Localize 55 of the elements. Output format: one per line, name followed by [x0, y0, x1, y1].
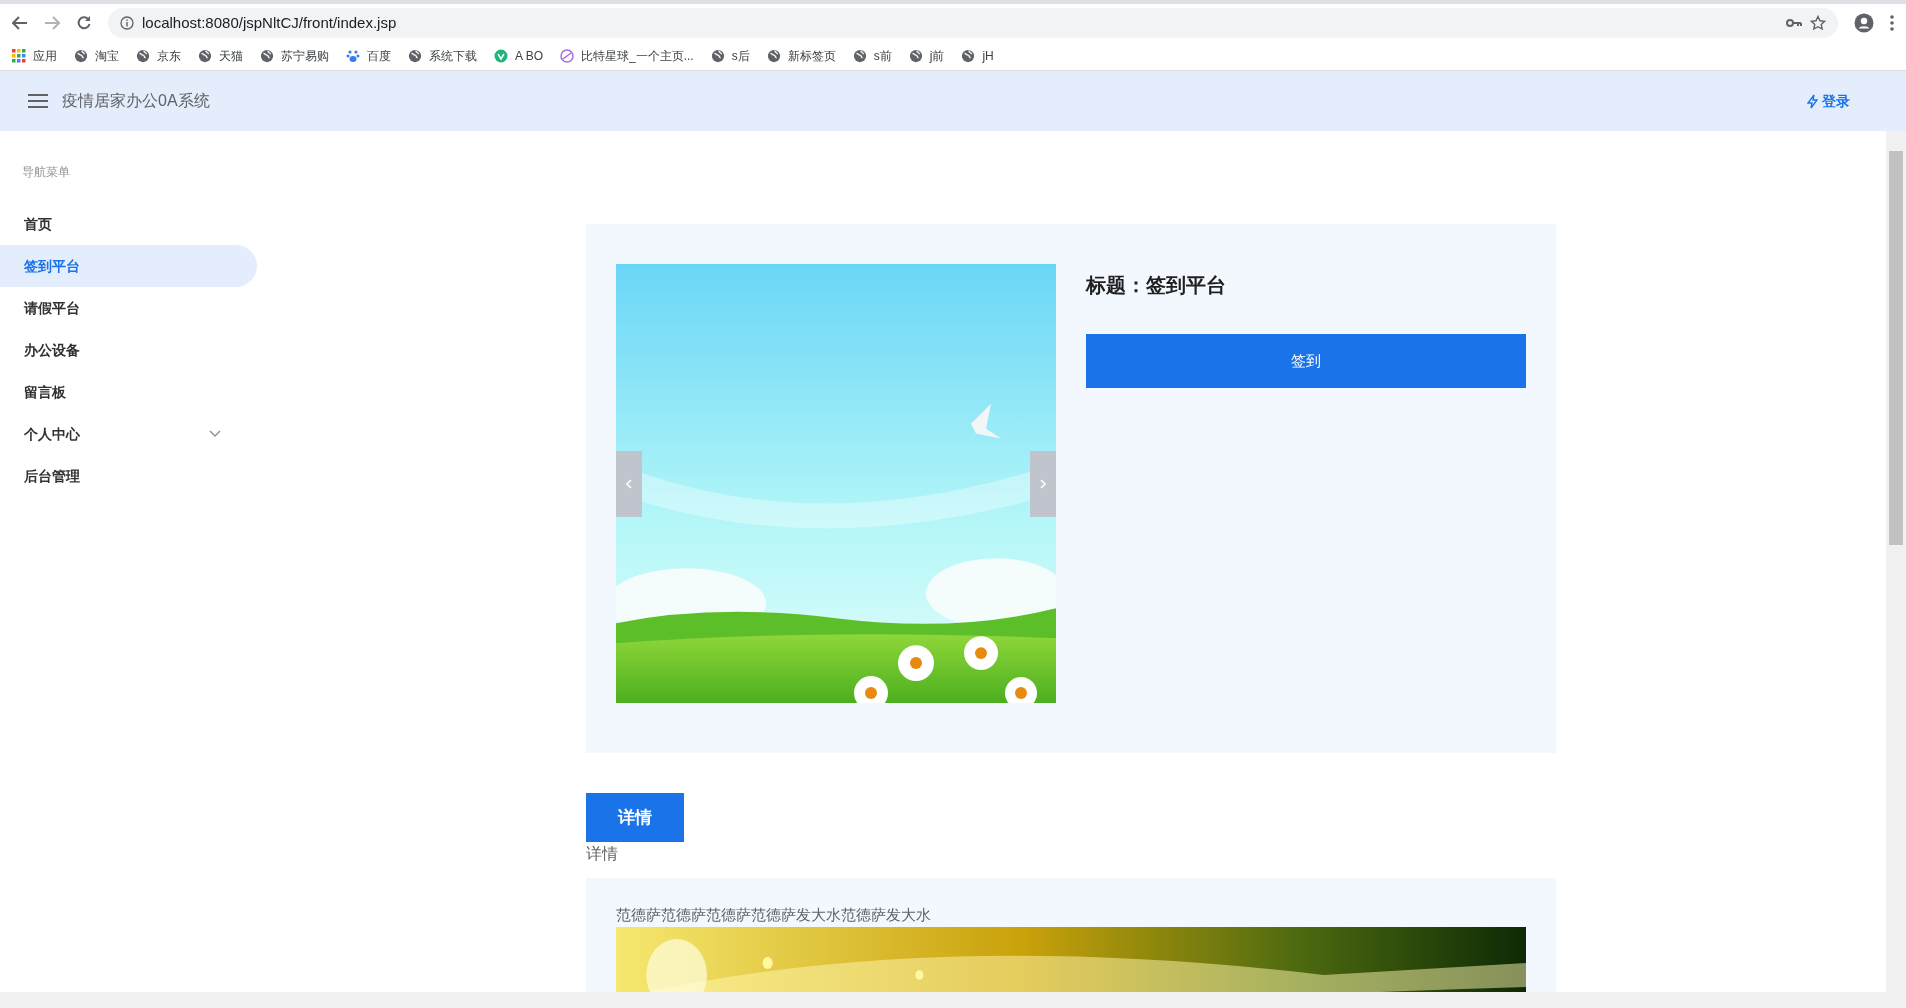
app-title: 疫情居家办公0A系统 [62, 91, 210, 111]
chevron-right-icon [1040, 479, 1046, 489]
url-text: localhost:8080/jspNltCJ/front/index.jsp [142, 12, 397, 33]
chevron-left-icon [626, 479, 632, 489]
bookmark[interactable]: 比特星球_一个主页... [560, 47, 694, 65]
nav-item[interactable]: 个人中心 [0, 413, 257, 455]
item-title: 标题：签到平台 [1086, 273, 1227, 298]
bookmark[interactable]: 应用 [12, 47, 57, 65]
nav-item[interactable]: 后台管理 [0, 455, 257, 497]
bookmark[interactable]: s后 [710, 47, 750, 65]
bookmark[interactable]: A BO [494, 47, 543, 65]
key-icon[interactable] [1786, 18, 1802, 28]
back-icon[interactable] [12, 16, 28, 30]
apps-grid-icon [12, 49, 26, 63]
bookmark[interactable]: 苏宁易购 [260, 47, 329, 65]
globe-icon [766, 49, 781, 63]
more-icon[interactable] [1890, 15, 1894, 31]
bookmark[interactable]: j前 [908, 47, 945, 65]
address-bar[interactable]: localhost:8080/jspNltCJ/front/index.jsp [108, 8, 1838, 38]
bookmark[interactable]: 淘宝 [74, 47, 119, 65]
check-in-button[interactable]: 签到 [1086, 334, 1526, 388]
nav-item[interactable]: 首页 [0, 203, 257, 245]
bookmark[interactable]: 天猫 [198, 47, 243, 65]
globe-icon [408, 49, 422, 63]
bookmark[interactable]: 百度 [346, 47, 391, 65]
bookmark[interactable]: 系统下载 [408, 47, 477, 65]
globe-icon [908, 49, 923, 63]
nav-item[interactable]: 签到平台 [0, 245, 257, 287]
globe-icon [852, 49, 867, 63]
globe-icon [710, 49, 725, 63]
nav-item[interactable]: 请假平台 [0, 287, 257, 329]
bookmark[interactable]: 京东 [136, 47, 181, 65]
globe-icon [74, 49, 88, 63]
login-link[interactable]: 登录 [1807, 90, 1850, 112]
reload-icon[interactable] [76, 15, 92, 31]
bookmark[interactable]: s前 [852, 47, 892, 65]
details-tab[interactable]: 详情 [586, 793, 684, 842]
globe-icon [198, 49, 212, 63]
details-text: 范德萨范德萨范德萨范德萨发大水范德萨发大水 [616, 905, 932, 925]
profile-icon[interactable] [1854, 13, 1874, 33]
nav-item[interactable]: 留言板 [0, 371, 257, 413]
globe-icon [260, 49, 274, 63]
nav-item[interactable]: 办公设备 [0, 329, 257, 371]
nav-label: 导航菜单 [21, 164, 71, 181]
menu-icon[interactable] [28, 94, 48, 108]
chevron-down-icon [209, 430, 221, 438]
globe-icon [136, 49, 150, 63]
globe-icon [961, 49, 976, 63]
bookmark[interactable]: 新标签页 [766, 47, 836, 65]
lightning-icon [1807, 93, 1818, 109]
bookmark[interactable]: jH [961, 47, 994, 65]
details-heading: 详情 [586, 844, 619, 864]
info-icon [120, 16, 134, 30]
paw-icon [346, 49, 360, 63]
star-icon[interactable] [1810, 15, 1826, 31]
